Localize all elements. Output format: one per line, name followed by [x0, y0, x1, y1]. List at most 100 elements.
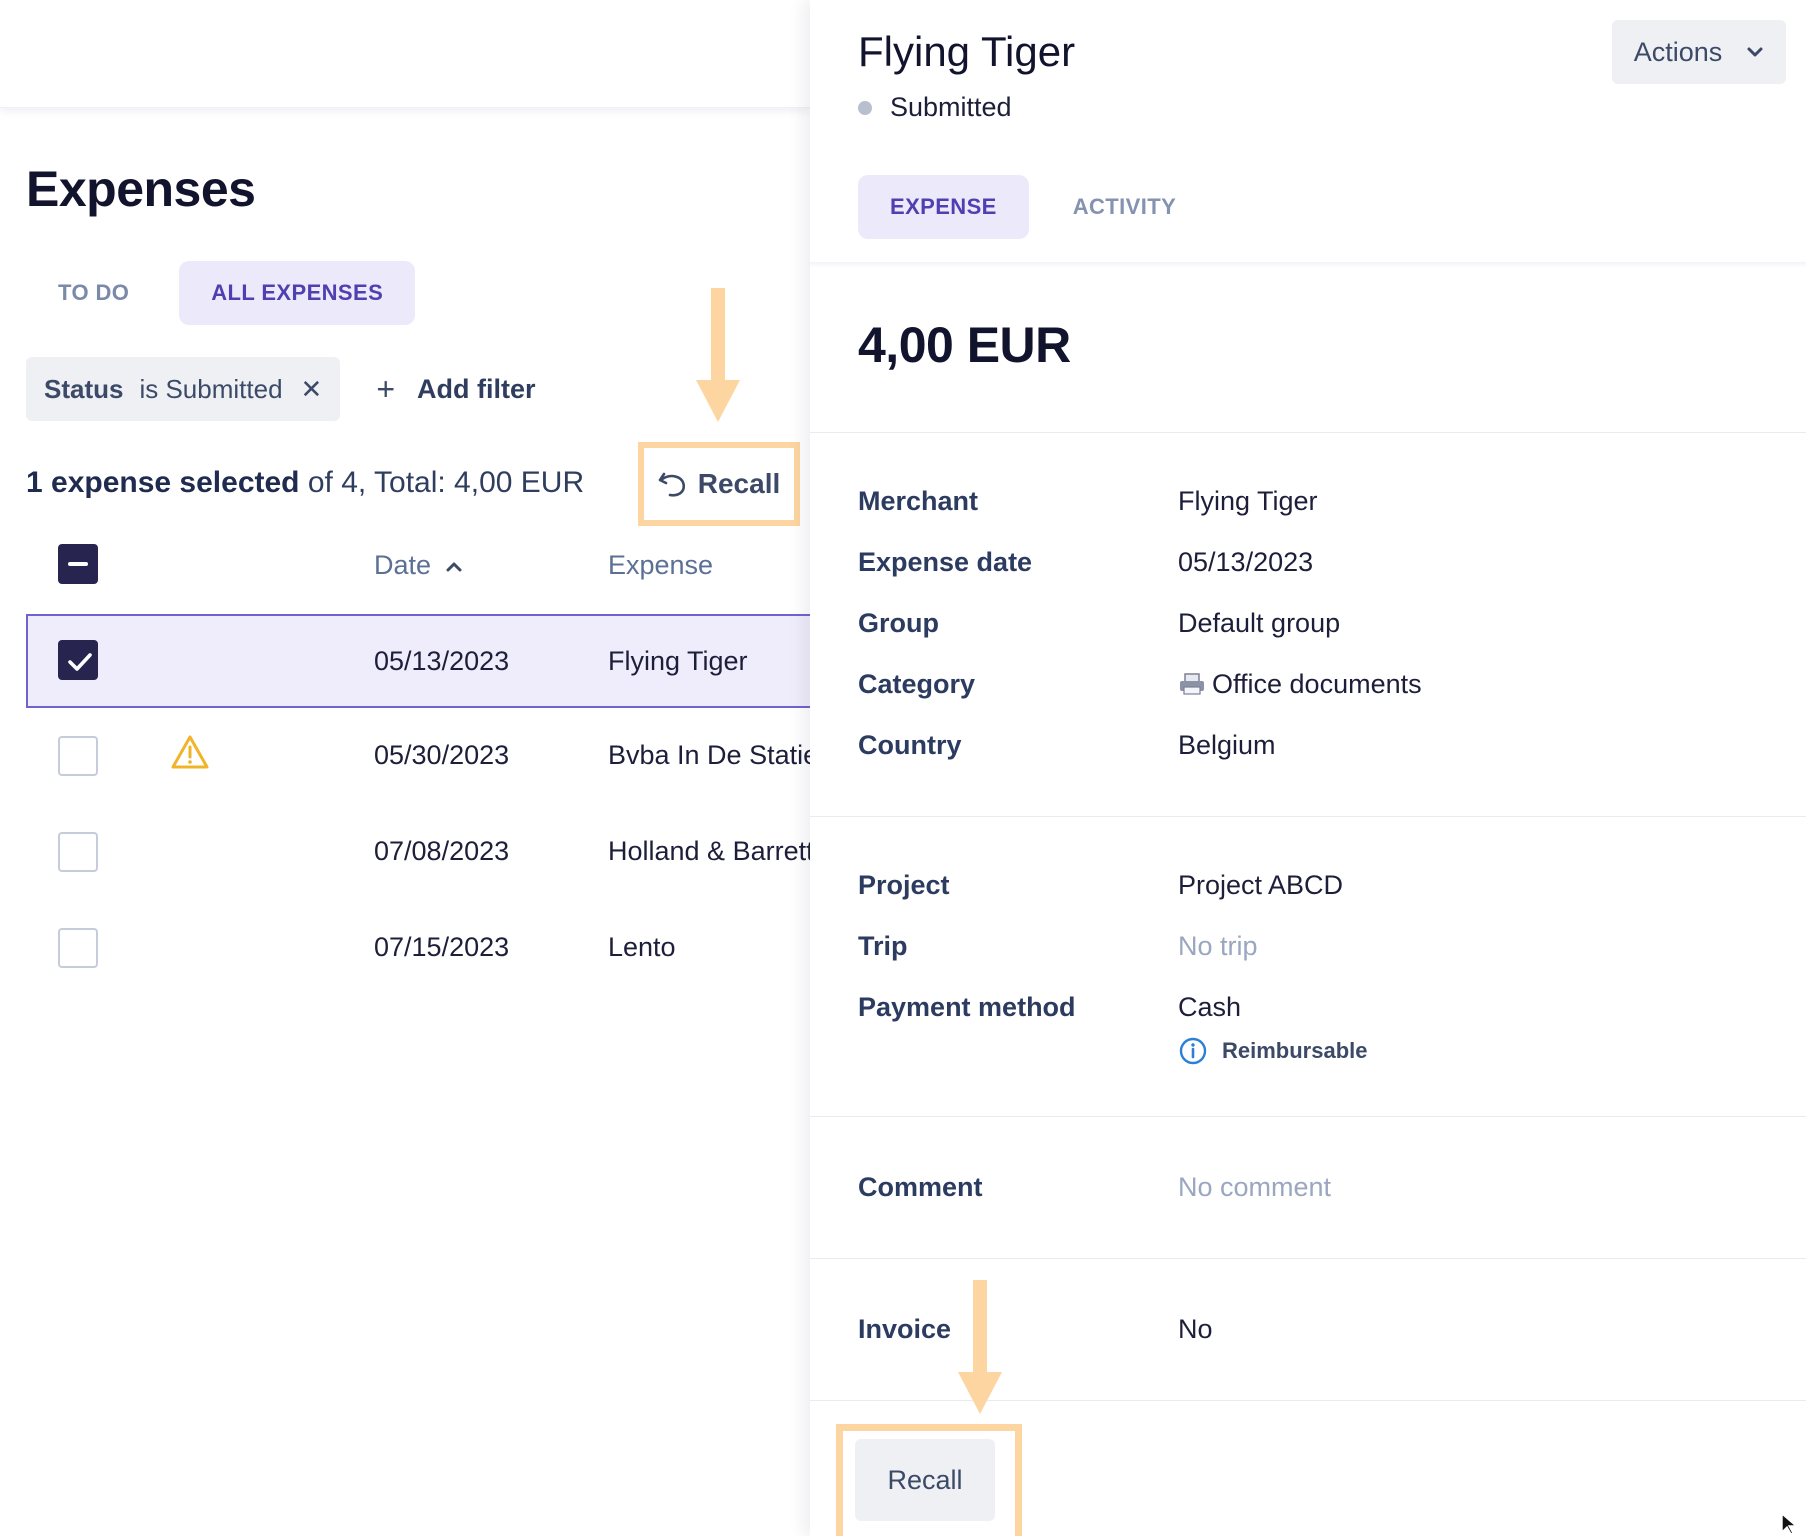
detail-trip: Trip No trip	[858, 931, 1758, 962]
tab-activity[interactable]: ACTIVITY	[1041, 175, 1208, 239]
plus-icon: +	[376, 370, 396, 407]
selection-count: 1 expense selected	[26, 466, 300, 499]
highlight-arrow	[958, 1280, 1002, 1414]
detail-value: 05/13/2023	[1178, 547, 1314, 577]
filter-value: is Submitted	[139, 373, 283, 404]
detail-country: Country Belgium	[858, 730, 1758, 761]
actions-label: Actions	[1633, 36, 1723, 67]
row-expense: Bvba In De Statie	[608, 740, 810, 770]
remove-filter-icon[interactable]: ✕	[301, 374, 323, 405]
divider	[810, 1116, 1806, 1117]
selection-total: of 4, Total: 4,00 EUR	[299, 466, 585, 499]
table-header: Date Expense	[26, 536, 810, 606]
divider	[810, 432, 1806, 433]
detail-tabs: EXPENSE ACTIVITY	[858, 175, 1208, 239]
detail-value: Default group	[1178, 608, 1341, 638]
printer-icon	[1180, 673, 1204, 695]
row-checkbox[interactable]	[58, 832, 98, 872]
page-title: Expenses	[26, 161, 256, 217]
tab-to-do[interactable]: TO DO	[26, 261, 161, 325]
detail-key: Merchant	[858, 486, 979, 516]
detail-group: Group Default group	[858, 608, 1758, 639]
detail-key: Payment method	[858, 992, 1076, 1022]
tab-all-expenses[interactable]: ALL EXPENSES	[179, 261, 416, 325]
status-label: Submitted	[890, 92, 1012, 122]
row-expense: Holland & Barrett	[608, 836, 810, 866]
status-indicator: Submitted	[858, 92, 1012, 123]
detail-value: Belgium	[1178, 730, 1276, 760]
table-row[interactable]: 07/08/2023 Holland & Barrett	[26, 806, 810, 900]
row-date: 07/08/2023	[374, 836, 510, 866]
warning-icon	[170, 734, 210, 775]
actions-dropdown[interactable]: Actions	[1612, 20, 1786, 84]
detail-category: Category Office documents	[858, 669, 1758, 700]
detail-value: No	[1178, 1314, 1213, 1344]
expense-column-header[interactable]: Expense	[608, 550, 713, 581]
table-row[interactable]: 07/15/2023 Lento	[26, 902, 810, 996]
detail-merchant: Merchant Flying Tiger	[858, 486, 1758, 517]
select-all-checkbox[interactable]	[58, 544, 98, 584]
detail-key: Group	[858, 608, 939, 638]
row-expense: Flying Tiger	[608, 646, 748, 676]
detail-expense-date: Expense date 05/13/2023	[858, 547, 1758, 578]
row-checkbox[interactable]	[58, 640, 98, 680]
recall-footer-button[interactable]: Recall	[855, 1439, 995, 1521]
filter-row: Status is Submitted ✕ + Add filter	[26, 357, 536, 421]
add-filter-button[interactable]: + Add filter	[376, 371, 535, 408]
row-checkbox[interactable]	[58, 736, 98, 776]
row-date: 07/15/2023	[374, 932, 510, 962]
add-filter-label: Add filter	[417, 373, 536, 404]
tabs-divider	[810, 262, 1806, 268]
selection-summary: 1 expense selected of 4, Total: 4,00 EUR	[26, 466, 584, 500]
recall-button[interactable]: Recall	[658, 468, 781, 500]
detail-key: Comment	[858, 1172, 983, 1202]
detail-value: Flying Tiger	[1178, 486, 1318, 516]
date-header-label: Date	[374, 550, 432, 580]
panel-title: Flying Tiger	[858, 28, 1076, 75]
status-filter-chip[interactable]: Status is Submitted ✕	[26, 357, 341, 421]
detail-comment: Comment No comment	[858, 1172, 1758, 1203]
table-row[interactable]: 05/13/2023 Flying Tiger	[26, 614, 810, 708]
recall-highlight: Recall	[836, 1424, 1022, 1536]
reimbursable-note: Reimbursable	[1178, 1036, 1368, 1066]
detail-key: Project	[858, 870, 950, 900]
mouse-cursor-icon	[1781, 1512, 1798, 1535]
row-date: 05/13/2023	[374, 646, 510, 676]
expense-detail-panel: Flying Tiger Submitted Actions EXPENSE A…	[810, 0, 1806, 1536]
row-checkbox[interactable]	[58, 928, 98, 968]
row-expense: Lento	[608, 932, 676, 962]
chevron-down-icon	[1747, 47, 1763, 57]
filter-key: Status	[44, 373, 124, 404]
detail-key: Invoice	[858, 1314, 952, 1344]
detail-value: Cash	[1178, 992, 1242, 1022]
expense-amount: 4,00 EUR	[858, 317, 1071, 373]
detail-key: Expense date	[858, 547, 1033, 577]
recall-label: Recall	[697, 468, 781, 499]
table-row[interactable]: 05/30/2023 Bvba In De Statie	[26, 710, 810, 804]
date-column-header[interactable]: Date	[374, 550, 463, 581]
checkmark-icon	[68, 653, 92, 671]
detail-key: Category	[858, 669, 976, 699]
reimbursable-label: Reimbursable	[1222, 1038, 1368, 1063]
detail-value: No comment	[1178, 1172, 1332, 1202]
detail-value: Project ABCD	[1178, 870, 1344, 900]
status-dot-icon	[858, 100, 872, 115]
detail-project: Project Project ABCD	[858, 870, 1758, 901]
expenses-list-pane: Expenses TO DO ALL EXPENSES Status is Su…	[0, 0, 810, 1536]
sort-ascending-icon	[446, 562, 462, 572]
undo-icon	[658, 472, 685, 497]
highlight-arrow	[696, 288, 740, 422]
divider	[810, 816, 1806, 817]
detail-key: Country	[858, 730, 962, 760]
detail-key: Trip	[858, 931, 908, 961]
list-tabs: TO DO ALL EXPENSES	[26, 261, 416, 325]
row-date: 05/30/2023	[374, 740, 510, 770]
recall-highlight: Recall	[638, 442, 800, 526]
top-bar	[0, 0, 810, 108]
divider	[810, 1258, 1806, 1259]
category-value: Office documents	[1212, 669, 1422, 699]
detail-value: No trip	[1178, 931, 1258, 961]
tab-expense[interactable]: EXPENSE	[858, 175, 1029, 239]
info-icon	[1179, 1037, 1207, 1065]
detail-value: Office documents	[1178, 669, 1422, 700]
